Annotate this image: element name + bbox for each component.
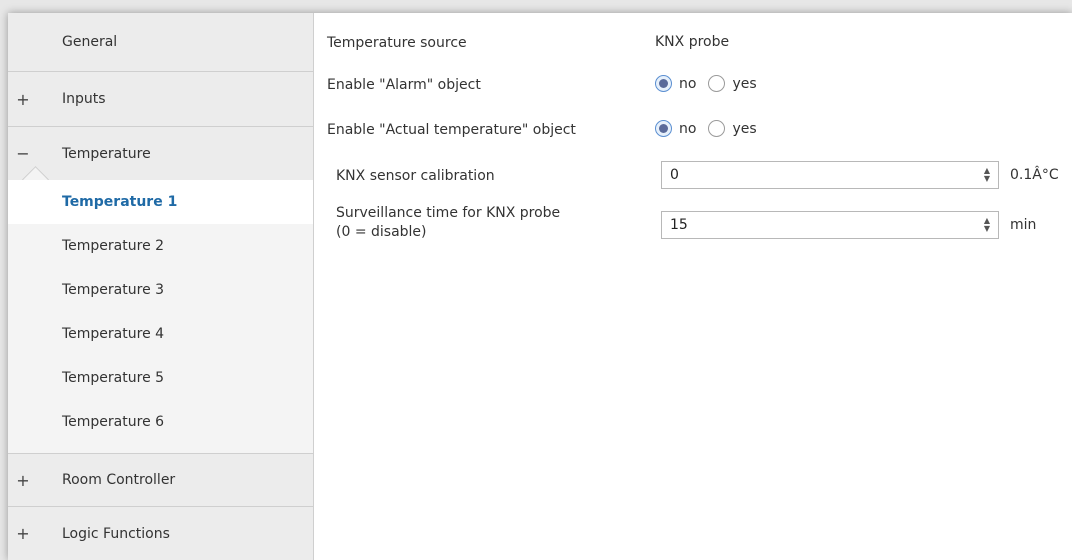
sidebar-item-label: Temperature 3	[62, 282, 165, 298]
calibration-unit: 0.1Â°C	[1010, 167, 1059, 183]
spin-arrows-icon[interactable]: ▲ ▼	[980, 167, 994, 183]
sidebar-item-label: Logic Functions	[62, 525, 170, 542]
alarm-no-radio[interactable]	[655, 75, 672, 92]
sidebar-item-temperature[interactable]: − Temperature	[8, 127, 313, 180]
plus-icon[interactable]: +	[8, 471, 38, 490]
calibration-spinbox[interactable]: 0 ▲ ▼	[661, 161, 999, 189]
sidebar-item-temperature-1[interactable]: Temperature 1	[8, 180, 313, 224]
alarm-object-label: Enable "Alarm" object	[327, 77, 481, 93]
alarm-no-label[interactable]: no	[679, 76, 696, 92]
sidebar-item-label: Inputs	[62, 91, 106, 107]
sidebar-item-label: Temperature 5	[62, 370, 165, 386]
sidebar-item-label: Temperature 4	[62, 326, 165, 342]
temperature-source-value: KNX probe	[655, 34, 730, 50]
sidebar-item-general[interactable]: General	[8, 13, 313, 72]
sidebar-item-label: Room Controller	[62, 472, 176, 488]
spin-arrows-icon[interactable]: ▲ ▼	[980, 217, 994, 233]
minus-icon[interactable]: −	[8, 144, 38, 163]
calibration-label: KNX sensor calibration	[336, 168, 495, 184]
sidebar-item-label: Temperature	[62, 145, 151, 162]
alarm-yes-radio[interactable]	[708, 75, 726, 92]
surveillance-spinbox[interactable]: 15 ▲ ▼	[661, 211, 999, 239]
sidebar-item-label: Temperature 6	[62, 414, 165, 430]
actual-temp-radio-group: no yes	[655, 120, 769, 137]
surveillance-unit: min	[1010, 217, 1037, 233]
plus-icon[interactable]: +	[8, 524, 38, 543]
actual-temp-no-radio[interactable]	[655, 120, 672, 137]
temperature-source-label: Temperature source	[327, 35, 467, 51]
actual-temp-yes-radio[interactable]	[708, 120, 726, 137]
sidebar-item-label: General	[62, 34, 118, 50]
actual-temp-object-label: Enable "Actual temperature" object	[327, 122, 576, 138]
surveillance-label-line1: Surveillance time for KNX probe	[336, 205, 561, 221]
alarm-object-radio-group: no yes	[655, 75, 769, 92]
sidebar-item-temperature-4[interactable]: Temperature 4	[8, 312, 313, 356]
sidebar: General + Inputs − Temperature Temperatu…	[8, 13, 314, 560]
sidebar-item-temperature-5[interactable]: Temperature 5	[8, 356, 313, 400]
actual-temp-yes-label[interactable]: yes	[732, 121, 756, 137]
actual-temp-no-label[interactable]: no	[679, 121, 696, 137]
alarm-yes-label[interactable]: yes	[732, 76, 756, 92]
sidebar-item-temperature-6[interactable]: Temperature 6	[8, 400, 313, 444]
sidebar-item-temperature-3[interactable]: Temperature 3	[8, 268, 313, 312]
parameter-panel: Temperature source KNX probe Enable "Ala…	[314, 13, 1072, 560]
plus-icon[interactable]: +	[8, 90, 38, 109]
sidebar-item-inputs[interactable]: + Inputs	[8, 72, 313, 127]
app-window: General + Inputs − Temperature Temperatu…	[8, 13, 1072, 560]
surveillance-label-line2: (0 = disable)	[336, 224, 427, 240]
surveillance-value[interactable]: 15	[662, 217, 980, 233]
calibration-value[interactable]: 0	[662, 167, 980, 183]
sidebar-item-label: Temperature 1	[62, 194, 178, 210]
sidebar-item-label: Temperature 2	[62, 238, 165, 254]
sidebar-item-temperature-2[interactable]: Temperature 2	[8, 224, 313, 268]
sidebar-item-logic-functions[interactable]: + Logic Functions	[8, 507, 313, 560]
sidebar-item-room-controller[interactable]: + Room Controller	[8, 454, 313, 507]
